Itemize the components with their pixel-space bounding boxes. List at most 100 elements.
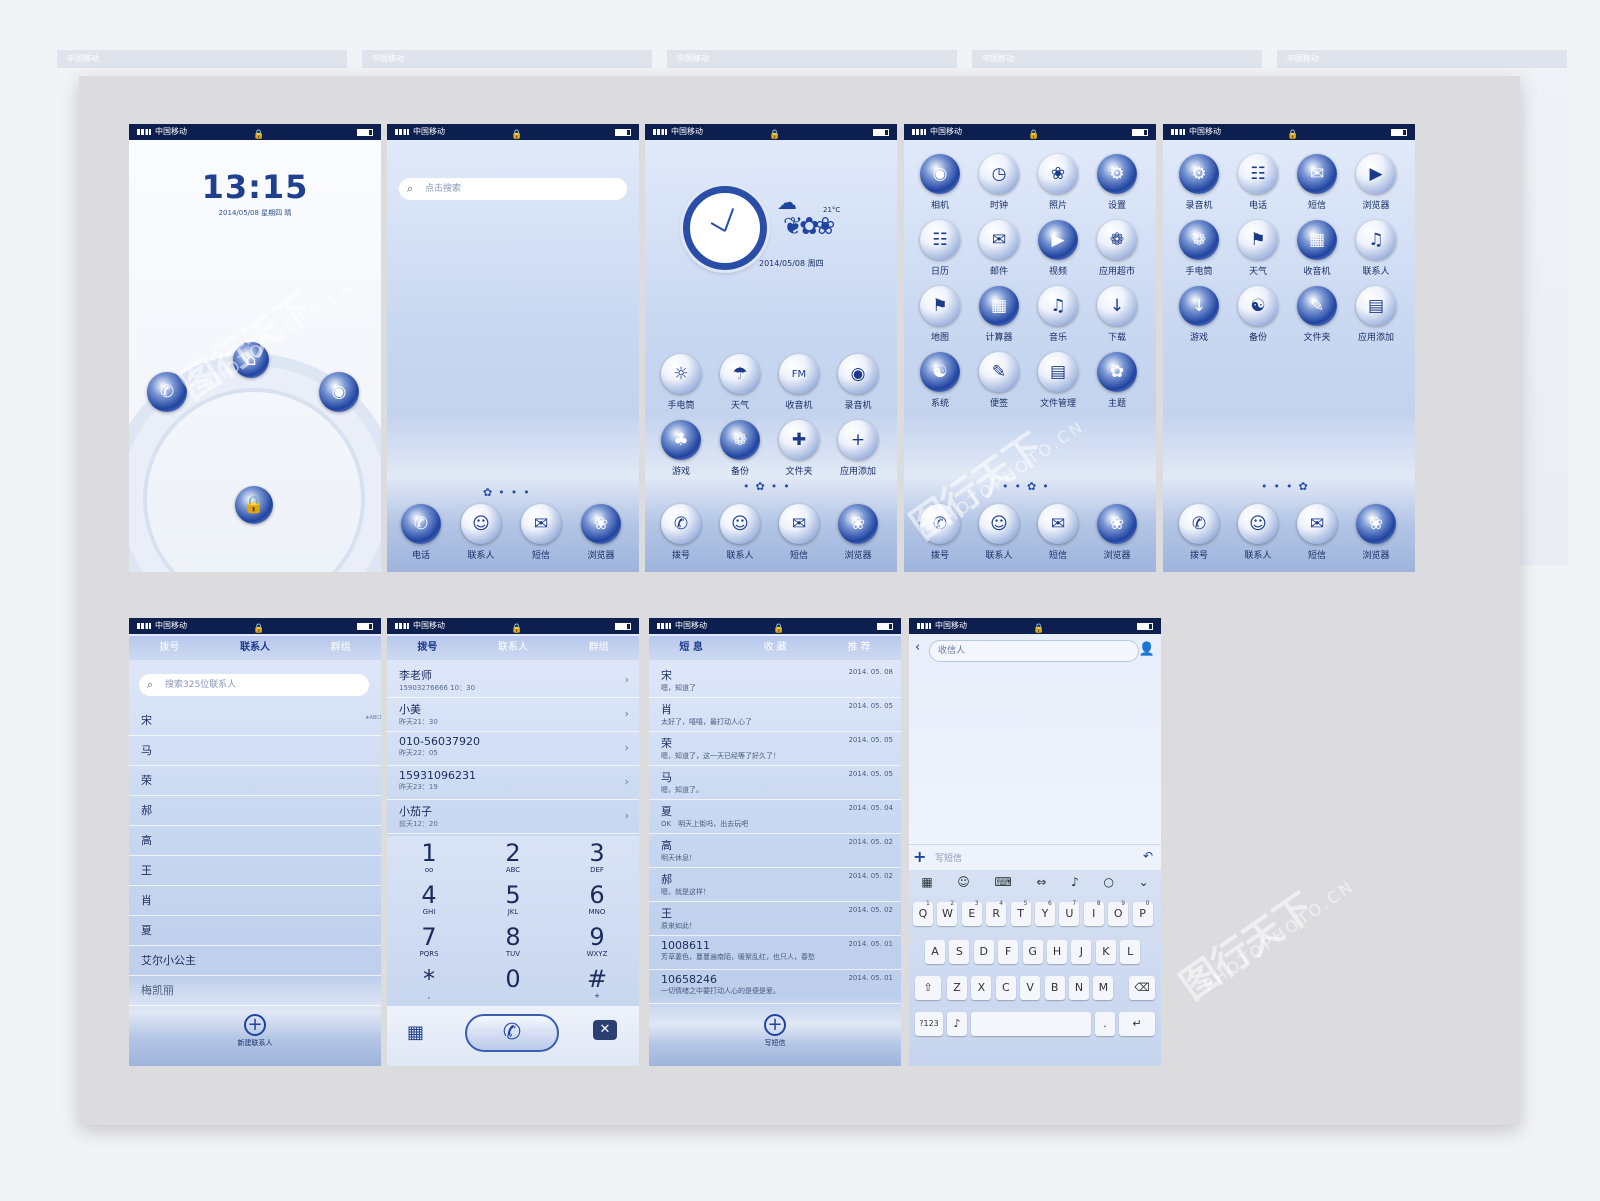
app-icon[interactable]: ⚙ — [1097, 154, 1137, 194]
app-icon[interactable]: ▤ — [1038, 352, 1078, 392]
contact-row[interactable]: 艾尔小公主 — [129, 946, 381, 976]
key[interactable]: I — [1083, 902, 1104, 926]
app-icon[interactable]: ⚑ — [1238, 220, 1278, 260]
phone-app-icon[interactable]: ✆ — [401, 504, 441, 544]
search-bar[interactable]: ⌕ 点击搜索 — [399, 178, 627, 200]
key[interactable]: S — [949, 940, 970, 964]
alphabet-index[interactable]: ★ABCDEFGHIJKLMNOPQRSTUVWXYZ# — [365, 714, 381, 723]
tab-groups[interactable]: 群组 — [331, 636, 351, 660]
enter-key[interactable]: ↵ — [1119, 1012, 1155, 1036]
tab-dial[interactable]: 拨号 — [159, 636, 179, 660]
key[interactable]: J — [1071, 940, 1092, 964]
message-row[interactable]: 1008611 芳草萋色，蔓蔓遍南陌，暖絮乱红，也只人，春愁 2014. 05. 0… — [649, 936, 901, 970]
backup-app-icon[interactable]: ❁ — [720, 420, 760, 460]
tab-recommend[interactable]: 推 荐 — [847, 636, 870, 660]
tab-groups[interactable]: 群组 — [589, 636, 609, 660]
key[interactable]: H — [1047, 940, 1067, 964]
lock-handle-icon[interactable]: 🔒 — [235, 486, 273, 524]
shift-key[interactable]: ⇧ — [915, 976, 941, 1000]
call-log-row[interactable]: 小茄子 前天12：20 › — [387, 800, 639, 834]
sms-app-icon[interactable]: ✉ — [779, 504, 819, 544]
keypad-key[interactable]: 0 — [471, 966, 555, 1008]
contact-row[interactable]: 夏 — [129, 916, 381, 946]
message-row[interactable]: 高明天休息！ 2014. 05. 02 — [649, 834, 901, 868]
call-button[interactable]: ✆ — [465, 1014, 559, 1052]
contacts-app-icon[interactable]: ☺ — [720, 504, 760, 544]
cursor-icon[interactable]: ⇔ — [1036, 875, 1046, 889]
call-log-row[interactable]: 010-56037920 昨天22：05 › — [387, 732, 639, 766]
app-icon[interactable]: ♫ — [1356, 220, 1396, 260]
message-row[interactable]: 宋嗯，知道了 2014. 05. 08 — [649, 664, 901, 698]
key[interactable]: D — [973, 940, 994, 964]
contact-row[interactable]: 肖 — [129, 886, 381, 916]
contact-row[interactable]: 宋 — [129, 706, 381, 736]
dial-app-icon[interactable]: ✆ — [661, 504, 701, 544]
key[interactable]: U — [1059, 902, 1080, 926]
space-key[interactable] — [971, 1012, 1091, 1036]
flashlight-app-icon[interactable]: ☼ — [661, 354, 701, 394]
keypad-key[interactable]: # + — [555, 966, 639, 1008]
game-app-icon[interactable]: ♣ — [661, 420, 701, 460]
contact-search-input[interactable]: ⌕ 搜索325位联系人 — [139, 674, 369, 696]
contacts-app-icon[interactable]: ☺ — [979, 504, 1019, 544]
call-log-row[interactable]: 15931096231 昨天23：19 › — [387, 766, 639, 800]
keypad-key[interactable]: 6 MNO — [555, 882, 639, 924]
keypad-key[interactable]: 5 JKL — [471, 882, 555, 924]
message-row[interactable]: 荣嗯，知道了，这一天已经等了好久了！ 2014. 05. 05 — [649, 732, 901, 766]
keypad-key[interactable]: 1 oo — [387, 840, 471, 882]
back-chevron-icon[interactable]: ‹ — [915, 640, 920, 655]
key[interactable]: A — [925, 940, 945, 964]
contact-row[interactable]: 马 — [129, 736, 381, 766]
browser-app-icon[interactable]: ❀ — [1356, 504, 1396, 544]
app-icon[interactable]: ☯ — [1238, 286, 1278, 326]
key[interactable]: P — [1132, 902, 1153, 926]
app-icon[interactable]: ❁ — [1179, 220, 1219, 260]
tab-contacts[interactable]: 联系人 — [240, 636, 270, 660]
clock-widget-icon[interactable] — [683, 186, 767, 270]
keypad-key[interactable]: 8 TUV — [471, 924, 555, 966]
message-row[interactable]: 郝嗯，就是这样！ 2014. 05. 02 — [649, 868, 901, 902]
app-icon[interactable]: ⚙ — [1179, 154, 1219, 194]
key[interactable]: T — [1010, 902, 1031, 926]
call-log-row[interactable]: 李老师 15903276666 10：30 › — [387, 664, 639, 698]
compose-button[interactable]: + 写短信 — [745, 1014, 805, 1048]
app-icon[interactable]: ✎ — [1297, 286, 1337, 326]
tab-contacts[interactable]: 联系人 — [498, 636, 528, 660]
contacts-app-icon[interactable]: ☺ — [461, 504, 501, 544]
app-icon[interactable]: ☷ — [1238, 154, 1278, 194]
app-icon[interactable]: ⚑ — [920, 286, 960, 326]
app-icon[interactable]: ✉ — [1297, 154, 1337, 194]
sms-app-icon[interactable]: ✉ — [1297, 504, 1337, 544]
app-icon[interactable]: ▦ — [979, 286, 1019, 326]
chevron-down-icon[interactable]: ⌄ — [1139, 875, 1149, 889]
call-log-row[interactable]: 小美 昨天21：30 › — [387, 698, 639, 732]
key[interactable]: Z — [947, 976, 967, 1000]
message-row[interactable]: 肖太好了，嘻嘻，最打动人心了 2014. 05. 05 — [649, 698, 901, 732]
weather-app-icon[interactable]: ☂ — [720, 354, 760, 394]
message-row[interactable]: 王原来如此！ 2014. 05. 02 — [649, 902, 901, 936]
app-icon[interactable]: ❀ — [1038, 154, 1078, 194]
key[interactable]: N — [1069, 976, 1089, 1000]
key[interactable]: M — [1093, 976, 1114, 1000]
message-row[interactable]: 马嗯，知道了。 2014. 05. 05 — [649, 766, 901, 800]
backspace-icon[interactable]: ✕ — [593, 1020, 617, 1040]
phone-unlock-icon[interactable]: ✆ — [147, 372, 187, 412]
app-icon[interactable]: ↓ — [1179, 286, 1219, 326]
browser-app-icon[interactable]: ❀ — [838, 504, 878, 544]
recipient-field[interactable]: 收信人 — [929, 640, 1139, 662]
radio-app-icon[interactable]: FM — [779, 354, 819, 394]
tab-favorites[interactable]: 收 藏 — [764, 636, 787, 660]
app-icon[interactable]: ▶ — [1038, 220, 1078, 260]
app-icon[interactable]: ▦ — [1297, 220, 1337, 260]
keypad-key[interactable]: 9 WXYZ — [555, 924, 639, 966]
key[interactable]: Q — [913, 902, 933, 926]
mic-icon[interactable]: ♪ — [1071, 875, 1079, 889]
sms-app-icon[interactable]: ✉ — [1038, 504, 1078, 544]
app-icon[interactable]: ↓ — [1097, 286, 1137, 326]
key[interactable]: R — [986, 902, 1007, 926]
symbols-key[interactable]: ?123 — [915, 1012, 943, 1036]
app-icon[interactable]: ✉ — [979, 220, 1019, 260]
keypad-key[interactable]: 2 ABC — [471, 840, 555, 882]
add-app-icon[interactable]: + — [838, 420, 878, 460]
keypad-key[interactable]: 3 DEF — [555, 840, 639, 882]
